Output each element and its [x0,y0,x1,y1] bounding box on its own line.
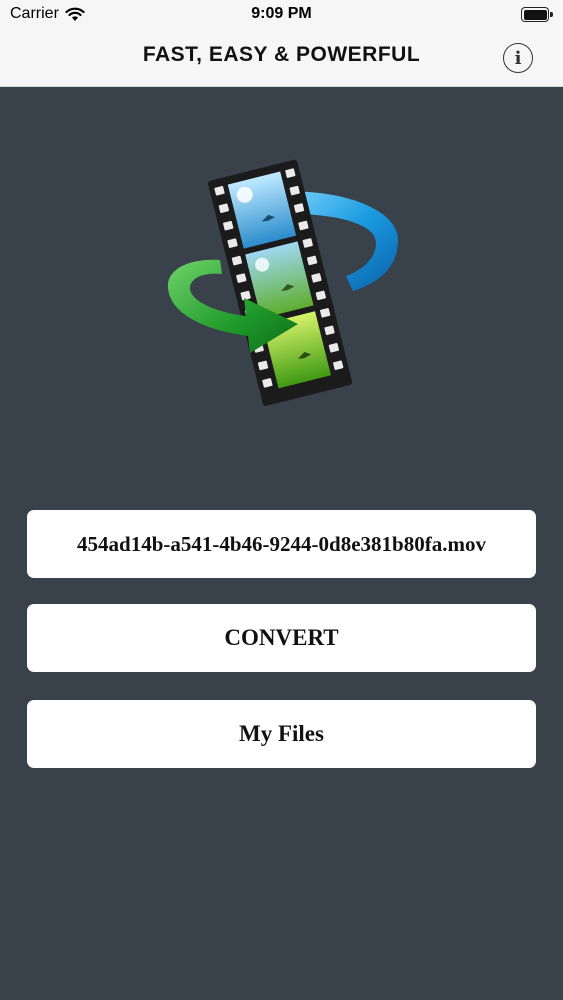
info-icon[interactable]: i [503,43,533,73]
my-files-button[interactable]: My Files [27,700,536,768]
video-convert-icon [167,159,398,406]
top-bar: Carrier 9:09 PM FAST, EASY & POWERFUL i [0,0,563,87]
info-glyph: i [514,47,522,69]
convert-button[interactable]: CONVERT [27,604,536,672]
page-title: FAST, EASY & POWERFUL [142,43,421,66]
selected-file-button[interactable]: 454ad14b-a541-4b46-9244-0d8e381b80fa.mov [27,510,536,578]
status-bar: Carrier 9:09 PM [0,0,563,30]
status-time: 9:09 PM [251,5,312,22]
battery-icon [521,7,553,22]
